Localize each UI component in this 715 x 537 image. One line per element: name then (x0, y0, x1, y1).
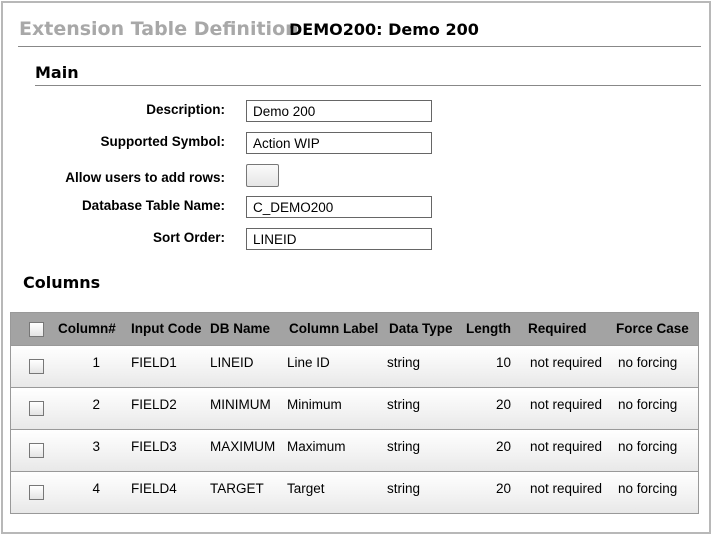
sort-order-input[interactable] (246, 228, 432, 250)
header-input-code[interactable]: Input Code (131, 321, 202, 336)
row-checkbox[interactable] (29, 485, 44, 500)
cell-required: not required (530, 439, 603, 454)
page-title: Extension Table Definition (19, 18, 299, 40)
cell-length: 10 (495, 355, 511, 370)
cell-input-code: FIELD2 (131, 397, 177, 412)
header-required[interactable]: Required (528, 321, 587, 336)
cell-force-case: no forcing (618, 355, 678, 370)
header-column-label[interactable]: Column Label (289, 321, 378, 336)
table-header: Column# Input Code DB Name Column Label … (11, 313, 698, 345)
cell-column-label: Minimum (287, 397, 342, 412)
record-title: DEMO200: Demo 200 (289, 20, 479, 39)
row-checkbox[interactable] (29, 401, 44, 416)
cell-data-type: string (387, 397, 421, 412)
sort-order-label: Sort Order: (152, 230, 225, 245)
cell-db-name: LINEID (210, 355, 254, 370)
cell-column-number: 2 (92, 397, 100, 412)
cell-data-type: string (387, 355, 421, 370)
cell-required: not required (530, 355, 603, 370)
cell-data-type: string (387, 481, 421, 496)
cell-length: 20 (495, 481, 511, 496)
cell-db-name: TARGET (210, 481, 264, 496)
cell-column-label: Line ID (287, 355, 330, 370)
cell-force-case: no forcing (618, 439, 678, 454)
cell-column-number: 4 (92, 481, 100, 496)
cell-force-case: no forcing (618, 397, 678, 412)
cell-db-name: MAXIMUM (210, 439, 276, 454)
allow-add-rows-checkbox[interactable] (246, 164, 279, 187)
row-checkbox[interactable] (29, 359, 44, 374)
supported-symbol-label: Supported Symbol: (100, 134, 226, 149)
section-columns-title: Columns (23, 273, 101, 292)
cell-length: 20 (495, 397, 511, 412)
cell-db-name: MINIMUM (210, 397, 271, 412)
row-checkbox[interactable] (29, 443, 44, 458)
cell-required: not required (530, 481, 603, 496)
table-row[interactable]: 1 FIELD1 LINEID Line ID string 10 not required… (11, 345, 698, 387)
table-row[interactable]: 2 FIELD2 MINIMUM Minimum string 20 not require… (11, 387, 698, 429)
allow-add-rows-label: Allow users to add rows: (65, 170, 225, 185)
db-table-name-label: Database Table Name: (81, 198, 225, 213)
section-main-title: Main (35, 63, 79, 82)
cell-data-type: string (387, 439, 421, 454)
db-table-name-input[interactable] (246, 196, 432, 218)
header-column-number[interactable]: Column# (58, 321, 116, 336)
header-data-type[interactable]: Data Type (389, 321, 453, 336)
description-input[interactable] (246, 100, 432, 122)
header-force-case[interactable]: Force Case (616, 321, 689, 336)
header-db-name[interactable]: DB Name (210, 321, 270, 336)
supported-symbol-input[interactable] (246, 132, 432, 154)
cell-column-number: 3 (92, 439, 100, 454)
cell-column-label: Maximum (287, 439, 346, 454)
cell-column-label: Target (287, 481, 325, 496)
columns-table: Column# Input Code DB Name Column Label … (10, 312, 699, 514)
description-label: Description: (146, 102, 225, 117)
cell-input-code: FIELD3 (131, 439, 177, 454)
table-row[interactable]: 3 FIELD3 MAXIMUM Maximum string 20 not require… (11, 429, 698, 471)
cell-input-code: FIELD4 (131, 481, 177, 496)
divider (35, 85, 701, 86)
divider (18, 46, 701, 47)
header-length[interactable]: Length (466, 321, 511, 336)
select-all-checkbox[interactable] (29, 322, 44, 337)
cell-force-case: no forcing (618, 481, 678, 496)
cell-input-code: FIELD1 (131, 355, 177, 370)
table-row[interactable]: 4 FIELD4 TARGET Target string 20 not required n… (11, 471, 698, 513)
cell-required: not required (530, 397, 603, 412)
cell-length: 20 (495, 439, 511, 454)
cell-column-number: 1 (92, 355, 100, 370)
